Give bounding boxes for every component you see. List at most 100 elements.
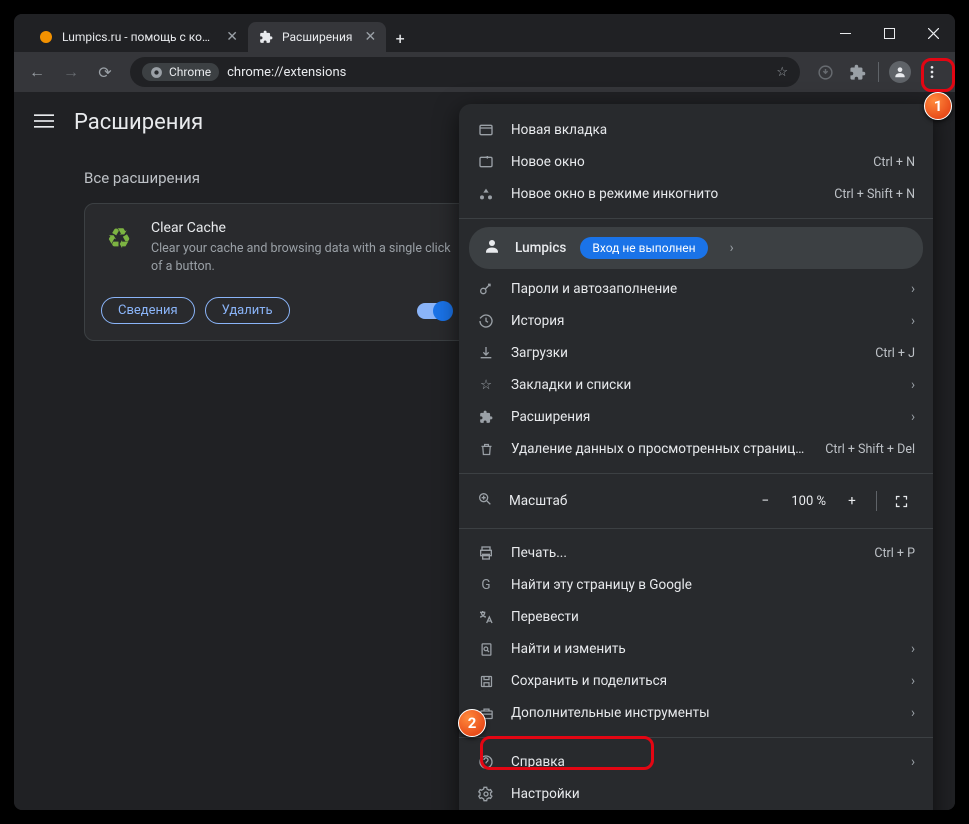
menu-passwords[interactable]: Пароли и автозаполнение › [459,273,933,305]
tab-icon [477,122,495,138]
divider [876,491,877,511]
history-icon [477,313,495,329]
chevron-right-icon: › [911,754,915,770]
profile-name: Lumpics [515,240,566,256]
menu-label: Новое окно [511,154,857,170]
menu-label: Найти и изменить [511,641,895,657]
menu-label: Загрузки [511,345,859,361]
print-icon [477,545,495,561]
menu-label: Новая вкладка [511,122,915,138]
zoom-icon [477,491,493,511]
shortcut: Ctrl + Shift + N [834,187,915,202]
gear-icon [477,786,495,802]
chevron-right-icon: › [911,281,915,297]
chevron-right-icon: › [911,641,915,657]
menu-google-search[interactable]: G Найти эту страницу в Google [459,569,933,601]
puzzle-icon [258,29,274,45]
enable-toggle[interactable] [417,303,451,319]
menu-translate[interactable]: Перевести [459,601,933,633]
install-icon[interactable] [810,57,840,87]
menu-label: Удаление данных о просмотренных страница… [511,441,809,457]
menu-history[interactable]: История › [459,305,933,337]
close-button[interactable] [911,14,955,52]
fullscreen-button[interactable] [887,487,915,515]
tab-lumpics[interactable]: Lumpics.ru - помощь с компь ✕ [28,22,248,52]
chrome-chip: Chrome [142,63,219,81]
extension-description: Clear your cache and browsing data with … [151,240,451,275]
zoom-out-button[interactable]: − [751,487,779,515]
details-button[interactable]: Сведения [101,297,195,324]
shortcut: Ctrl + Shift + Del [825,442,915,457]
hamburger-icon[interactable] [34,111,54,135]
menu-label: История [511,313,895,329]
forward-button[interactable]: → [56,57,86,87]
menu-extensions[interactable]: Расширения › [459,401,933,433]
menu-label: Пароли и автозаполнение [511,281,895,297]
profile-icon[interactable] [885,57,915,87]
download-icon [477,345,495,361]
menu-bookmarks[interactable]: ☆ Закладки и списки › [459,369,933,401]
back-button[interactable]: ← [22,57,52,87]
minimize-button[interactable] [823,14,867,52]
url-text: chrome://extensions [227,65,346,80]
chrome-chip-label: Chrome [169,65,211,79]
close-icon[interactable]: ✕ [360,29,376,45]
menu-downloads[interactable]: Загрузки Ctrl + J [459,337,933,369]
new-tab-button[interactable]: + [386,24,414,52]
menu-settings[interactable]: Настройки [459,778,933,810]
window-controls [823,14,955,52]
reload-button[interactable]: ⟳ [90,57,120,87]
maximize-button[interactable] [867,14,911,52]
titlebar: Lumpics.ru - помощь с компь ✕ Расширения… [14,14,955,52]
menu-separator [459,737,933,738]
search-doc-icon [477,642,495,657]
shortcut: Ctrl + P [874,546,915,561]
tab-extensions[interactable]: Расширения ✕ [248,22,386,52]
tab-label: Lumpics.ru - помощь с компь [62,30,214,44]
person-icon [483,237,501,259]
menu-label: Настройки [511,786,915,802]
menu-button[interactable] [917,57,947,87]
translate-icon [477,609,495,625]
menu-label: Расширения [511,409,895,425]
menu-clear-data[interactable]: Удаление данных о просмотренных страница… [459,433,933,465]
trash-icon [477,442,495,457]
shortcut: Ctrl + J [875,346,915,361]
menu-zoom: Масштаб − 100 % + [459,482,933,520]
chevron-right-icon: › [911,409,915,425]
menu-profile[interactable]: Lumpics Вход не выполнен › [469,227,923,269]
menu-save-share[interactable]: Сохранить и поделиться › [459,665,933,697]
save-icon [477,674,495,689]
remove-button[interactable]: Удалить [205,297,290,324]
menu-separator [459,528,933,529]
close-icon[interactable]: ✕ [222,29,238,45]
divider [878,62,879,82]
bookmark-star-icon[interactable]: ☆ [776,65,788,80]
menu-more-tools[interactable]: Дополнительные инструменты › [459,697,933,729]
zoom-value: 100 % [785,494,832,509]
menu-new-tab[interactable]: Новая вкладка [459,114,933,146]
incognito-icon [477,186,495,202]
menu-new-window[interactable]: Новое окно Ctrl + N [459,146,933,178]
window-icon [477,154,495,170]
menu-label: Закладки и списки [511,377,895,393]
menu-find-edit[interactable]: Найти и изменить › [459,633,933,665]
extension-name: Clear Cache [151,220,451,236]
shortcut: Ctrl + N [873,155,915,170]
chevron-right-icon: › [911,313,915,329]
tab-label: Расширения [282,30,352,44]
menu-label: Найти эту страницу в Google [511,577,915,593]
help-icon [477,754,495,770]
menu-print[interactable]: Печать... Ctrl + P [459,537,933,569]
zoom-in-button[interactable]: + [838,487,866,515]
extensions-icon[interactable] [842,57,872,87]
chevron-right-icon: › [911,377,915,393]
address-bar[interactable]: Chrome chrome://extensions ☆ [130,57,800,87]
menu-label: Печать... [511,545,858,561]
menu-label: Справка [511,754,895,770]
menu-incognito[interactable]: Новое окно в режиме инкогнито Ctrl + Shi… [459,178,933,210]
key-icon [477,281,495,297]
chrome-menu: Новая вкладка Новое окно Ctrl + N Новое … [459,104,933,810]
menu-help[interactable]: Справка › [459,746,933,778]
menu-separator [459,473,933,474]
